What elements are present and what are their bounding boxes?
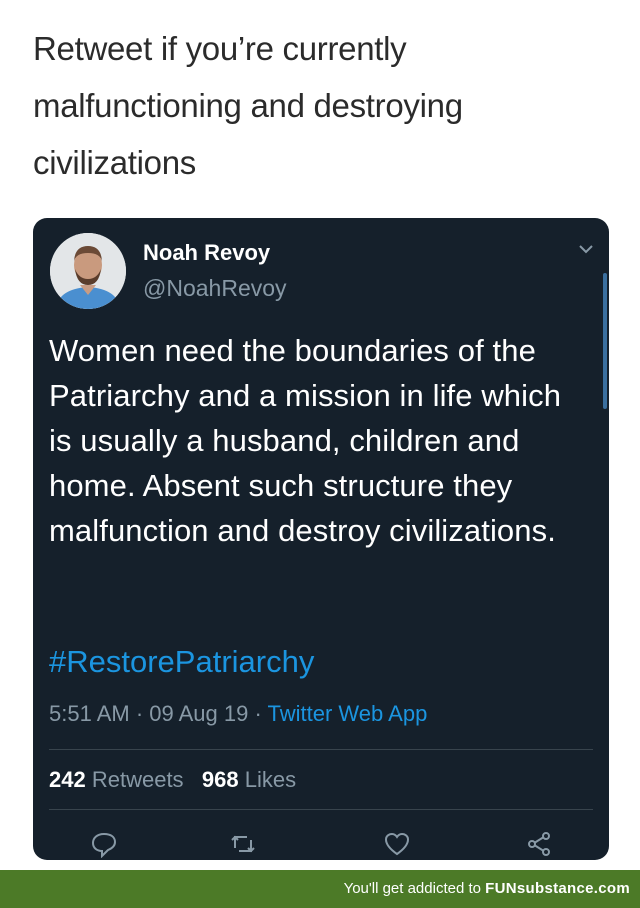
tweet-source-link[interactable]: Twitter Web App [268,701,428,726]
tweet-text: Women need the boundaries of the Patriar… [49,333,562,548]
tweet-actions [33,830,609,860]
footer-text: You'll get addicted to FUNsubstance.com [344,880,630,897]
avatar[interactable] [50,233,126,309]
tweet-card[interactable]: Noah Revoy @NoahRevoy Women need the bou… [33,218,609,860]
share-icon[interactable] [525,830,553,858]
likes-label[interactable]: Likes [245,767,296,792]
divider [49,809,593,810]
tweet-stats: 242 Retweets 968 Likes [49,767,296,793]
hashtag-link[interactable]: #RestorePatriarchy [49,644,314,680]
footer-brand[interactable]: FUNsubstance.com [485,880,630,897]
chevron-down-icon[interactable] [577,242,595,256]
divider [49,749,593,750]
tweet-meta: 5:51 AM · 09 Aug 19 · Twitter Web App [49,701,427,727]
scrollbar[interactable] [603,273,607,409]
like-icon[interactable] [383,830,411,858]
footer-tagline: You'll get addicted to [343,880,486,897]
retweets-label[interactable]: Retweets [92,767,184,792]
display-name[interactable]: Noah Revoy [143,240,270,266]
reply-icon[interactable] [90,830,118,859]
tweet-timestamp: 5:51 AM · 09 Aug 19 · [49,701,268,726]
user-handle[interactable]: @NoahRevoy [143,275,287,302]
retweet-icon[interactable] [229,830,257,858]
post-caption: Retweet if you’re currently malfunctioni… [33,30,463,181]
likes-count[interactable]: 968 [202,767,239,792]
site-footer: You'll get addicted to FUNsubstance.com [0,870,640,908]
retweets-count[interactable]: 242 [49,767,86,792]
